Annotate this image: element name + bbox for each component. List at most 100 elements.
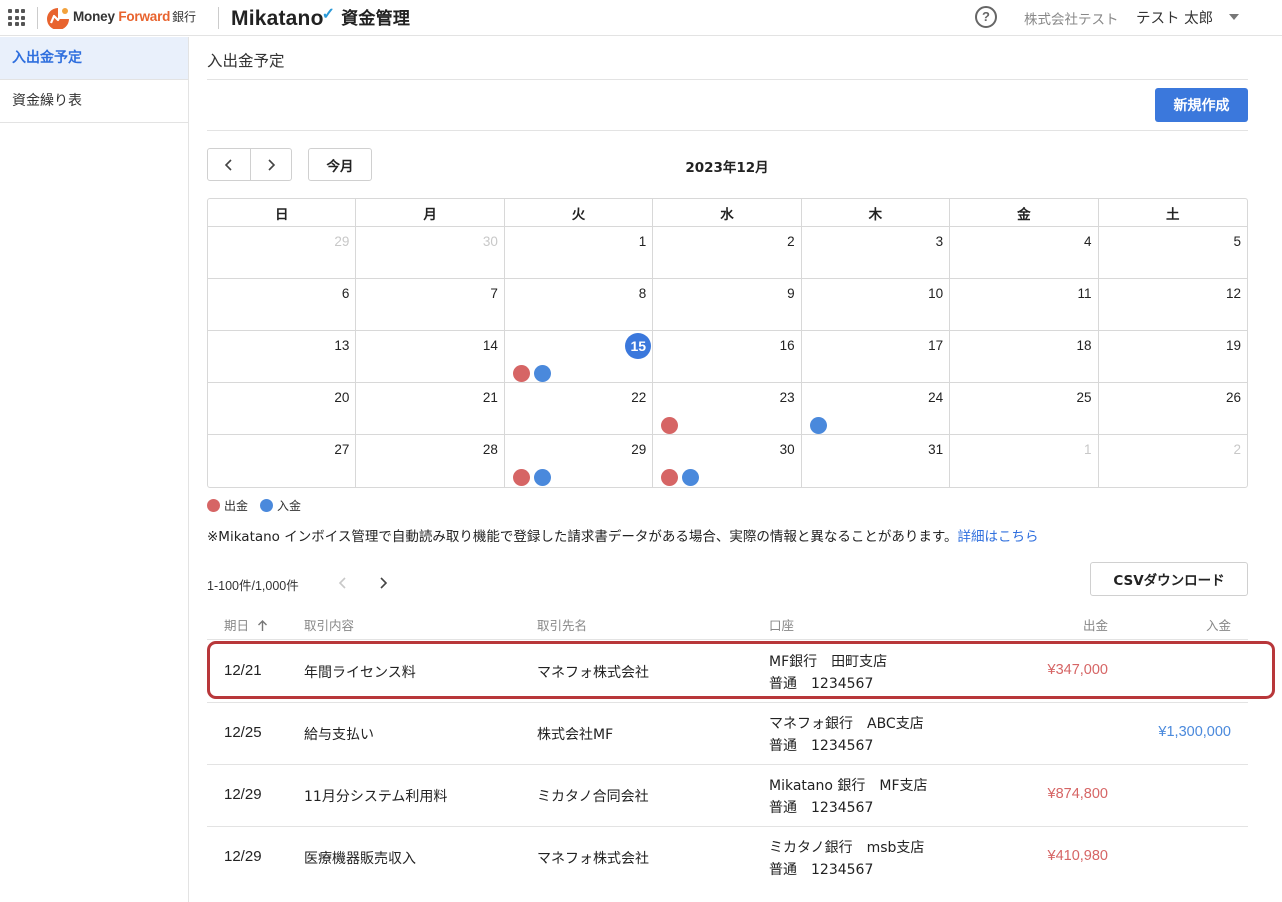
outgoing-event-dot-icon[interactable] [661,417,679,434]
chevron-left-icon [224,158,232,171]
calendar-day[interactable]: 17 [801,331,951,383]
calendar-day[interactable]: 31 [802,435,951,487]
day-number: 20 [334,390,350,405]
calendar-day[interactable]: 18 [950,331,1099,383]
row-outgoing-amount: ¥874,800 [1047,786,1108,802]
money-forward-logo-icon [47,8,69,29]
sort-up-arrow-icon[interactable] [257,620,268,632]
calendar-day[interactable]: 20 [208,383,357,435]
calendar-day[interactable]: 29 [208,227,357,279]
row-date: 12/29 [224,848,262,865]
calendar-day[interactable]: 16 [653,331,802,383]
next-month-button[interactable] [249,149,292,180]
calendar-day[interactable]: 23 [653,383,802,435]
calendar-day[interactable]: 3 [801,227,951,279]
calendar-day[interactable]: 8 [504,279,654,331]
csv-download-button[interactable]: CSVダウンロード [1090,562,1248,596]
calendar-day[interactable]: 28 [356,435,505,487]
calendar-day[interactable]: 6 [208,279,357,331]
calendar-day[interactable]: 12 [1098,279,1247,331]
calendar-day[interactable]: 10 [801,279,951,331]
sidebar-item-cashflow[interactable]: 資金繰り表 [0,80,188,123]
weekday-header: 水 [653,199,802,227]
calendar-day[interactable]: 25 [950,383,1099,435]
incoming-event-dot-icon[interactable] [533,365,551,382]
day-number: 3 [935,234,944,249]
calendar-day[interactable]: 1 [504,227,654,279]
calendar-day[interactable]: 27 [208,435,357,487]
calendar-day[interactable]: 19 [1098,331,1247,383]
incoming-event-dot-icon[interactable] [682,469,700,486]
calendar-day[interactable]: 30 [356,227,505,279]
calendar-day[interactable]: 4 [950,227,1099,279]
row-description: 給与支払い [304,727,374,743]
calendar-day[interactable]: 2 [653,227,802,279]
day-number: 19 [1225,338,1241,353]
company-name: 株式会社テスト [1024,12,1119,28]
calendar-day[interactable]: 13 [208,331,357,383]
calendar-day[interactable]: 29 [505,435,654,487]
weekday-header: 木 [801,199,951,227]
calendar-day[interactable]: 9 [653,279,802,331]
table-row[interactable]: 12/29 医療機器販売収入 マネフォ株式会社 ミカタノ銀行 msb支店 普通 1234… [207,827,1248,889]
user-menu-caret-icon[interactable] [1229,14,1239,20]
col-date[interactable]: 期日 [224,615,268,634]
calendar-day[interactable]: 1 [950,435,1099,487]
prev-month-button[interactable] [208,149,250,180]
header-divider [218,7,219,29]
col-desc: 取引内容 [304,618,355,633]
row-account: ミカタノ銀行 msb支店 普通 1234567 [769,837,924,881]
prev-page-chevron-icon[interactable] [336,575,350,591]
event-dots [661,469,700,486]
sidebar-item-schedule[interactable]: 入出金予定 [0,37,188,80]
day-number: 8 [638,286,647,301]
outgoing-event-dot-icon[interactable] [512,469,530,486]
page-title: 入出金予定 [207,52,285,70]
row-partner: マネフォ株式会社 [537,851,649,867]
incoming-dot-icon [260,499,274,512]
incoming-event-dot-icon[interactable] [533,469,551,486]
divider [207,130,1248,131]
calendar-day[interactable]: 5 [1098,227,1247,279]
day-number: 28 [482,442,498,457]
row-date: 12/21 [224,662,262,679]
this-month-button[interactable]: 今月 [308,148,372,181]
table-row[interactable]: 12/21 年間ライセンス料 マネフォ株式会社 MF銀行 田町支店 普通 1234567… [207,641,1248,703]
calendar-day[interactable]: 2 [1099,435,1247,487]
day-number: 29 [334,234,350,249]
day-number: 11 [1077,286,1092,301]
money-forward-brand: Money Forward 銀行 [73,9,196,24]
calendar-day[interactable]: 21 [356,383,505,435]
details-link[interactable]: 詳細はこちら [957,529,1038,545]
table-row[interactable]: 12/25 給与支払い 株式会社MF マネフォ銀行 ABC支店 普通 1234567 ¥1… [207,703,1248,765]
row-account: マネフォ銀行 ABC支店 普通 1234567 [769,713,924,757]
next-page-chevron-icon[interactable] [376,575,390,591]
new-create-button[interactable]: 新規作成 [1155,88,1248,122]
day-number: 25 [1076,390,1092,405]
incoming-event-dot-icon[interactable] [809,417,827,434]
calendar-day[interactable]: 7 [356,279,505,331]
result-count: 1-100件/1,000件 [207,579,299,593]
calendar-day[interactable]: 22 [504,383,654,435]
event-dots [512,365,551,382]
calendar-day[interactable]: 26 [1098,383,1247,435]
row-account-number: 普通 1234567 [769,676,874,692]
month-nav [207,148,292,181]
calendar-day[interactable]: 30 [653,435,802,487]
outgoing-event-dot-icon[interactable] [512,365,530,382]
row-partner: マネフォ株式会社 [537,665,649,681]
table-row[interactable]: 12/29 11月分システム利用料 ミカタノ合同会社 Mikatano 銀行 MF支店… [207,765,1248,827]
help-icon[interactable]: ? [975,6,997,28]
calendar-day[interactable]: 11 [950,279,1099,331]
app-grid-icon[interactable] [8,9,25,26]
calendar-day[interactable]: 14 [356,331,505,383]
user-name[interactable]: テスト 太郎 [1136,7,1213,28]
calendar-day[interactable]: 15 [504,331,654,383]
row-outgoing-amount: ¥347,000 [1047,662,1108,678]
day-number: 1 [1084,442,1092,457]
day-number: 9 [787,286,795,301]
outgoing-event-dot-icon[interactable] [661,469,679,486]
row-incoming-amount: ¥1,300,000 [1158,724,1231,740]
day-number: 30 [779,442,795,457]
calendar-day[interactable]: 24 [801,383,951,435]
